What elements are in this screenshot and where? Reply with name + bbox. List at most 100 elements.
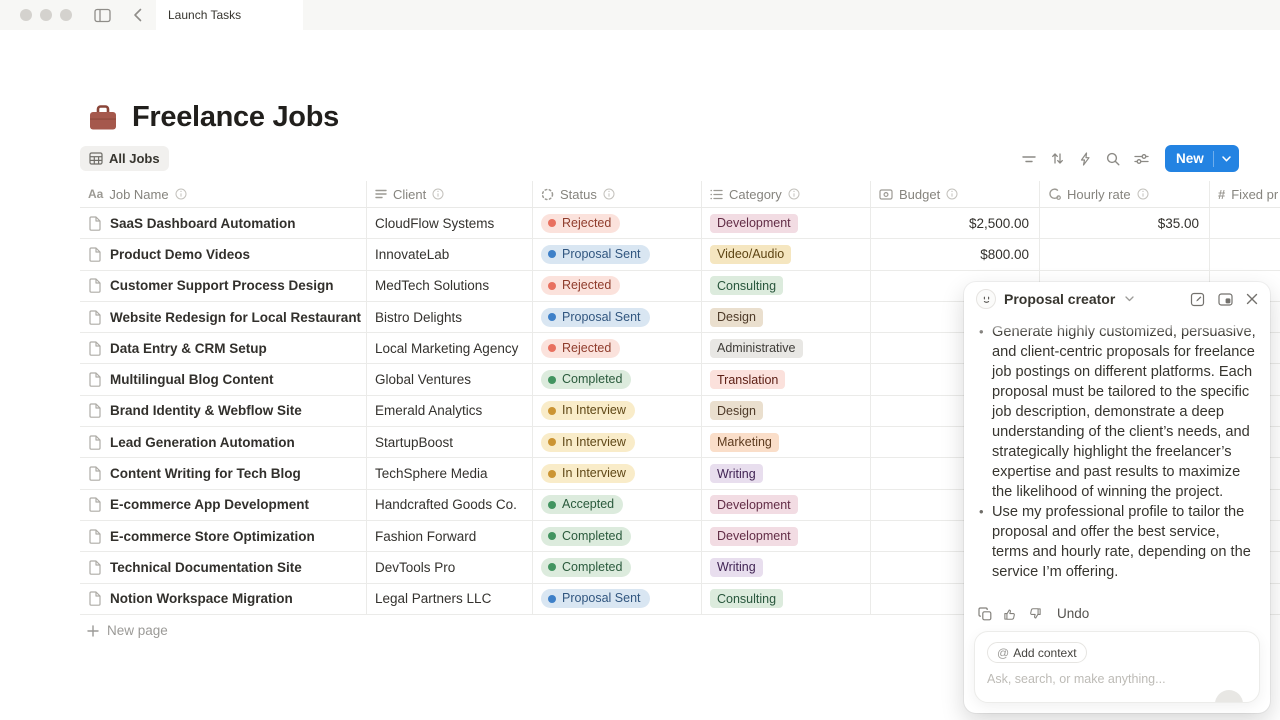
budget-cell[interactable]: $2,500.00	[871, 208, 1040, 238]
job-name-cell[interactable]: Notion Workspace Migration	[80, 584, 367, 614]
chevron-down-icon[interactable]	[1125, 296, 1134, 302]
window-controls[interactable]	[20, 9, 72, 21]
status-cell[interactable]: Proposal Sent	[533, 239, 702, 269]
info-icon[interactable]	[946, 188, 958, 200]
edit-icon[interactable]	[1190, 292, 1205, 307]
category-cell[interactable]: Consulting	[702, 271, 871, 301]
lightning-icon[interactable]	[1073, 147, 1097, 171]
status-badge[interactable]: Rejected	[541, 214, 620, 233]
category-cell[interactable]: Writing	[702, 458, 871, 488]
job-name-cell[interactable]: Product Demo Videos	[80, 239, 367, 269]
status-cell[interactable]: Completed	[533, 364, 702, 394]
add-context-chip[interactable]: @ Add context	[987, 642, 1087, 663]
status-cell[interactable]: Rejected	[533, 271, 702, 301]
back-icon[interactable]	[133, 8, 142, 22]
tab-launch-tasks[interactable]: Launch Tasks	[156, 0, 303, 30]
ai-prompt-input[interactable]	[987, 672, 1237, 686]
category-tag[interactable]: Consulting	[710, 276, 783, 295]
status-badge[interactable]: In Interview	[541, 401, 635, 420]
job-name-cell[interactable]: Customer Support Process Design	[80, 271, 367, 301]
category-tag[interactable]: Writing	[710, 558, 763, 577]
category-cell[interactable]: Design	[702, 396, 871, 426]
status-badge[interactable]: Rejected	[541, 339, 620, 358]
job-name-cell[interactable]: E-commerce App Development	[80, 490, 367, 520]
job-name-cell[interactable]: Content Writing for Tech Blog	[80, 458, 367, 488]
status-badge[interactable]: Completed	[541, 558, 631, 577]
category-tag[interactable]: Design	[710, 308, 763, 327]
status-cell[interactable]: In Interview	[533, 396, 702, 426]
table-row[interactable]: SaaS Dashboard Automation CloudFlow Syst…	[80, 208, 1280, 239]
hourly-rate-cell[interactable]: $35.00	[1040, 208, 1210, 238]
category-cell[interactable]: Development	[702, 521, 871, 551]
status-cell[interactable]: Completed	[533, 552, 702, 582]
category-tag[interactable]: Development	[710, 495, 798, 514]
client-cell[interactable]: InnovateLab	[367, 239, 533, 269]
new-button[interactable]: New	[1165, 145, 1239, 172]
category-tag[interactable]: Video/Audio	[710, 245, 791, 264]
info-icon[interactable]	[432, 188, 444, 200]
category-cell[interactable]: Consulting	[702, 584, 871, 614]
status-cell[interactable]: In Interview	[533, 427, 702, 457]
info-icon[interactable]	[788, 188, 800, 200]
category-tag[interactable]: Writing	[710, 464, 763, 483]
job-name-cell[interactable]: Multilingual Blog Content	[80, 364, 367, 394]
status-badge[interactable]: In Interview	[541, 464, 635, 483]
chevron-down-icon[interactable]	[1214, 156, 1239, 162]
client-cell[interactable]: Fashion Forward	[367, 521, 533, 551]
category-cell[interactable]: Design	[702, 302, 871, 332]
job-name-cell[interactable]: Data Entry & CRM Setup	[80, 333, 367, 363]
category-cell[interactable]: Development	[702, 208, 871, 238]
column-header-category[interactable]: Category	[702, 181, 871, 207]
column-header-status[interactable]: Status	[533, 181, 702, 207]
client-cell[interactable]: TechSphere Media	[367, 458, 533, 488]
fixed-price-cell[interactable]	[1210, 208, 1280, 238]
client-cell[interactable]: MedTech Solutions	[367, 271, 533, 301]
sidebar-toggle-icon[interactable]	[94, 8, 111, 23]
status-badge[interactable]: Rejected	[541, 276, 620, 295]
job-name-cell[interactable]: E-commerce Store Optimization	[80, 521, 367, 551]
status-badge[interactable]: Completed	[541, 527, 631, 546]
category-cell[interactable]: Writing	[702, 552, 871, 582]
client-cell[interactable]: Emerald Analytics	[367, 396, 533, 426]
category-tag[interactable]: Administrative	[710, 339, 803, 358]
column-header-budget[interactable]: Budget	[871, 181, 1040, 207]
zoom-window-dot[interactable]	[60, 9, 72, 21]
status-badge[interactable]: Proposal Sent	[541, 308, 650, 327]
category-tag[interactable]: Development	[710, 527, 798, 546]
open-side-peek-icon[interactable]	[1218, 292, 1233, 307]
fixed-price-cell[interactable]	[1210, 239, 1280, 269]
client-cell[interactable]: Local Marketing Agency	[367, 333, 533, 363]
category-tag[interactable]: Development	[710, 214, 798, 233]
info-icon[interactable]	[1137, 188, 1149, 200]
column-header-fixed-price[interactable]: # Fixed pr	[1210, 181, 1280, 207]
category-tag[interactable]: Design	[710, 401, 763, 420]
status-badge[interactable]: Accepted	[541, 495, 623, 514]
info-icon[interactable]	[603, 188, 615, 200]
view-settings-icon[interactable]	[1129, 147, 1153, 171]
minimize-window-dot[interactable]	[40, 9, 52, 21]
status-badge[interactable]: In Interview	[541, 433, 635, 452]
ai-composer[interactable]: @ Add context	[974, 631, 1260, 703]
column-header-client[interactable]: Client	[367, 181, 533, 207]
sort-icon[interactable]	[1045, 147, 1069, 171]
undo-button[interactable]: Undo	[1057, 606, 1089, 621]
filter-icon[interactable]	[1017, 147, 1041, 171]
table-row[interactable]: Product Demo Videos InnovateLab Proposal…	[80, 239, 1280, 270]
client-cell[interactable]: Bistro Delights	[367, 302, 533, 332]
status-cell[interactable]: Rejected	[533, 333, 702, 363]
status-cell[interactable]: Rejected	[533, 208, 702, 238]
copy-icon[interactable]	[978, 607, 992, 621]
column-header-job-name[interactable]: Aa Job Name	[80, 181, 367, 207]
hourly-rate-cell[interactable]	[1040, 239, 1210, 269]
thumbs-up-icon[interactable]	[1003, 607, 1017, 621]
close-window-dot[interactable]	[20, 9, 32, 21]
category-tag[interactable]: Translation	[710, 370, 785, 389]
column-header-hourly-rate[interactable]: Hourly rate	[1040, 181, 1210, 207]
close-icon[interactable]	[1246, 292, 1258, 307]
client-cell[interactable]: Legal Partners LLC	[367, 584, 533, 614]
status-badge[interactable]: Completed	[541, 370, 631, 389]
budget-cell[interactable]: $800.00	[871, 239, 1040, 269]
job-name-cell[interactable]: SaaS Dashboard Automation	[80, 208, 367, 238]
status-badge[interactable]: Proposal Sent	[541, 245, 650, 264]
info-icon[interactable]	[175, 188, 187, 200]
